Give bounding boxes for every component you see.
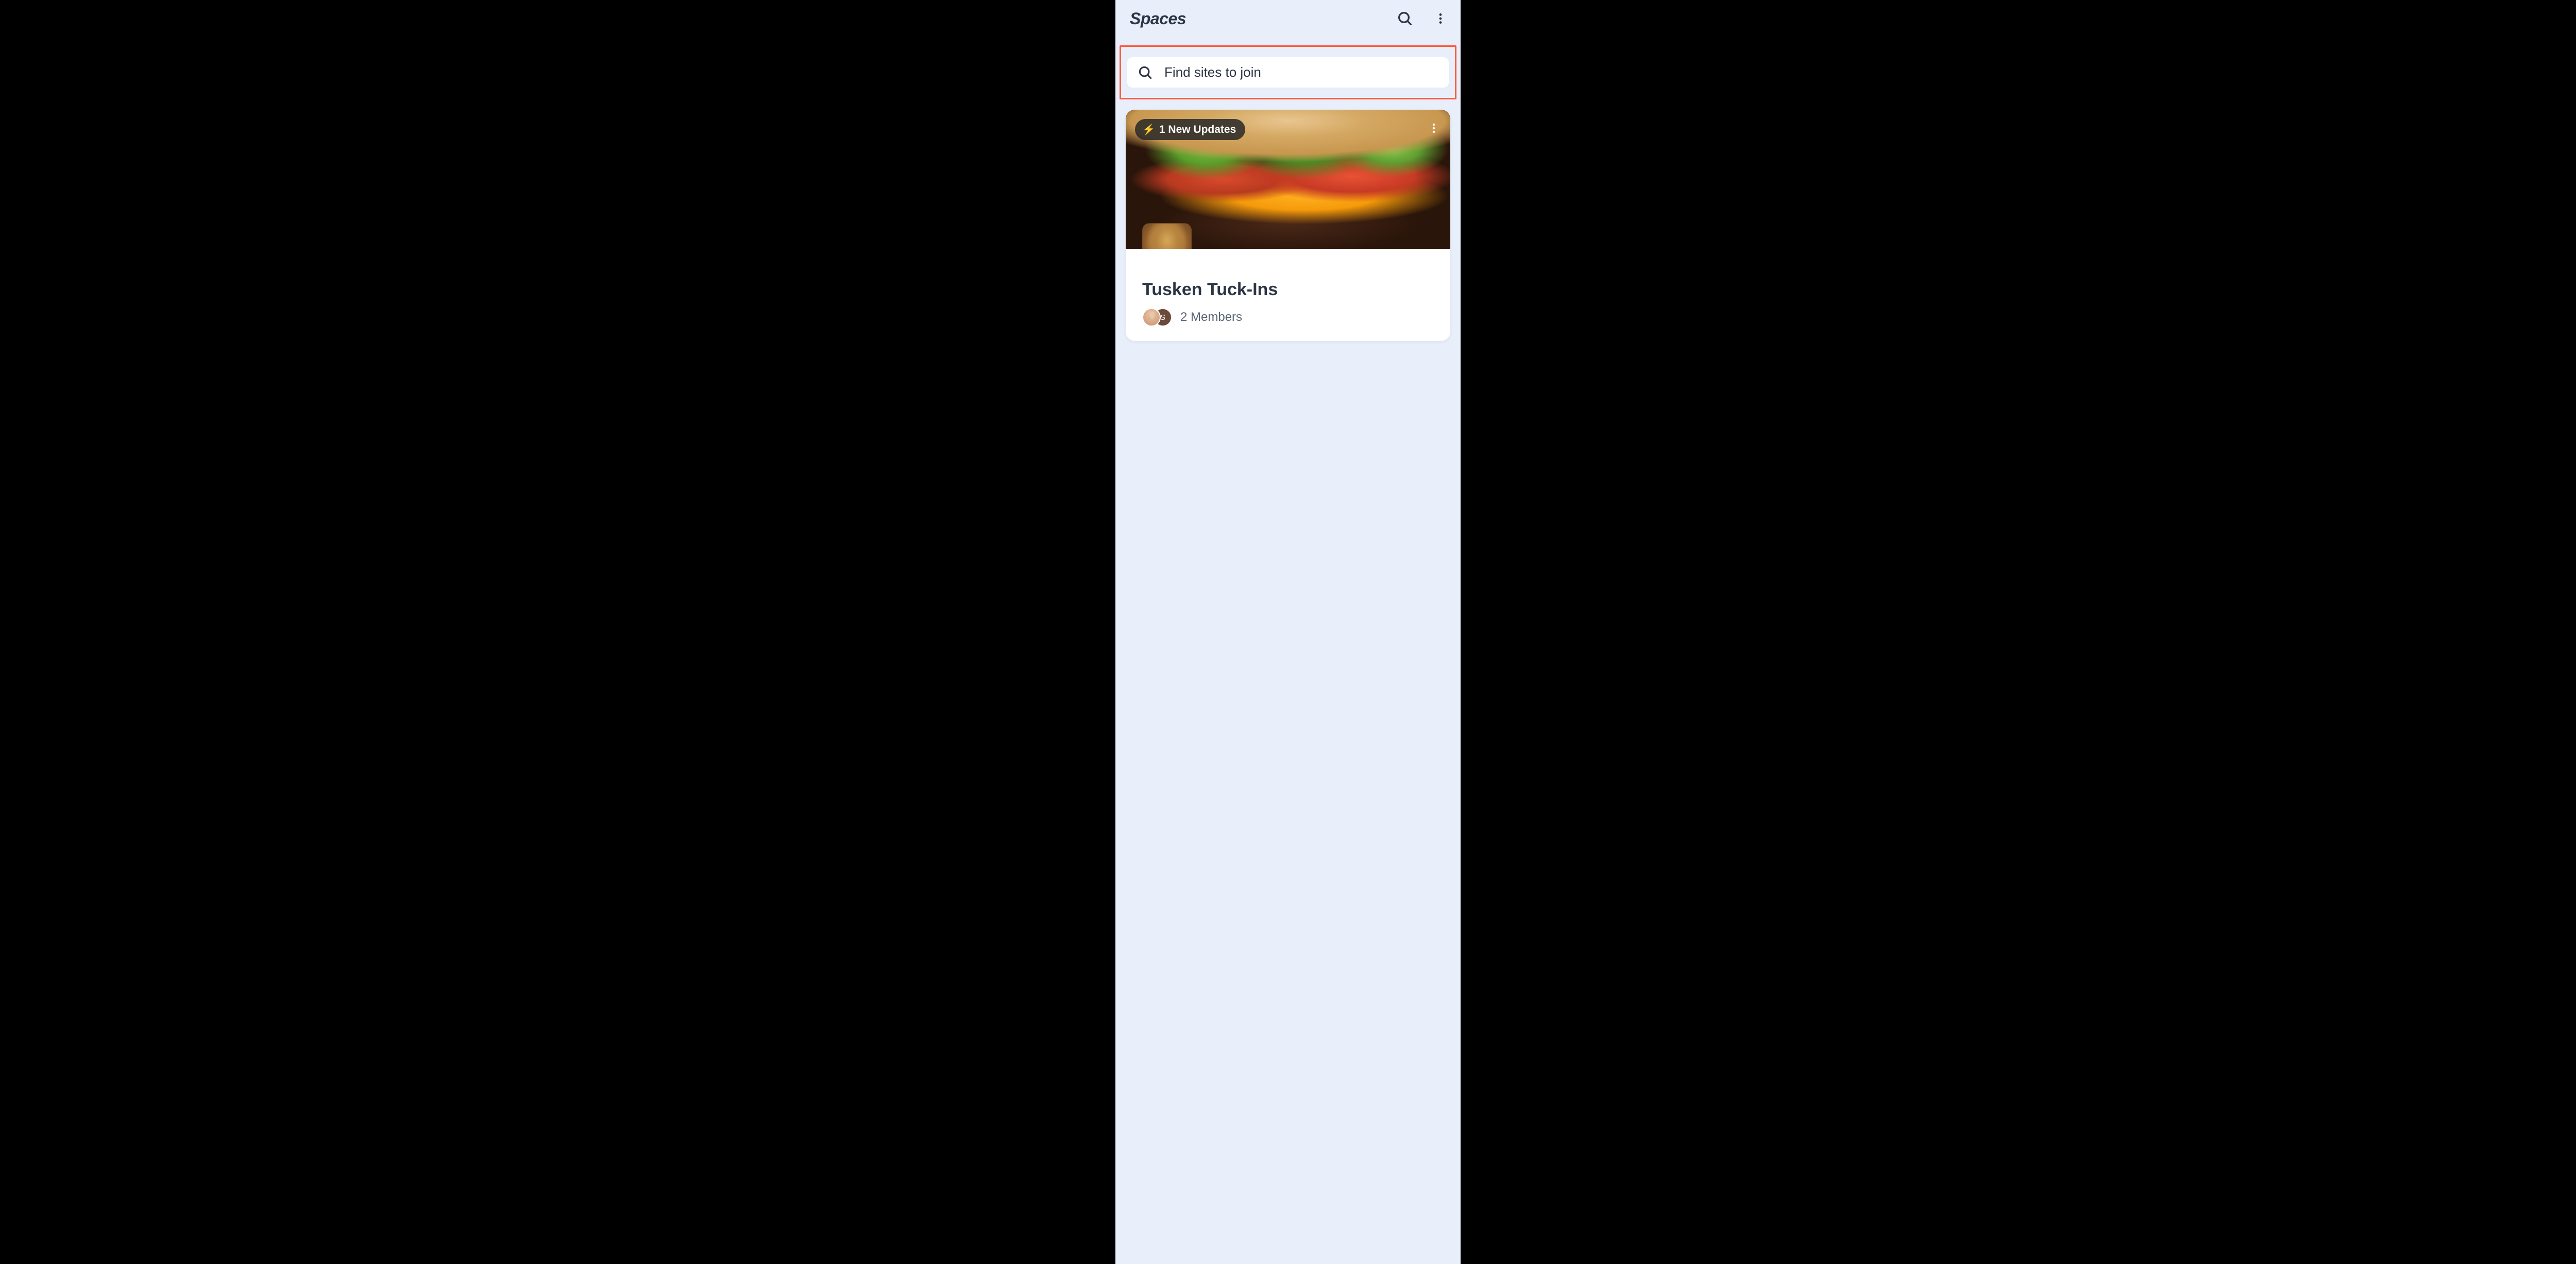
card-body: Tusken Tuck-Ins S 2 Members — [1126, 249, 1450, 341]
member-count: 2 Members — [1180, 310, 1242, 324]
card-hero-image: ⚡ 1 New Updates — [1126, 110, 1450, 249]
space-title: Tusken Tuck-Ins — [1142, 280, 1434, 300]
card-more-button[interactable] — [1425, 119, 1443, 138]
space-card[interactable]: ⚡ 1 New Updates Tusken Tuck-Ins S — [1126, 110, 1450, 341]
header: Spaces — [1115, 0, 1461, 36]
header-actions — [1394, 7, 1450, 30]
more-vertical-icon — [1434, 12, 1447, 25]
search-icon — [1397, 10, 1413, 27]
more-vertical-icon — [1428, 122, 1440, 134]
page-title: Spaces — [1130, 9, 1186, 28]
member-avatar-1 — [1142, 308, 1161, 327]
updates-badge[interactable]: ⚡ 1 New Updates — [1135, 119, 1245, 140]
member-row: S 2 Members — [1142, 308, 1434, 327]
header-more-button[interactable] — [1431, 9, 1450, 28]
search-highlight-box — [1120, 45, 1456, 99]
space-avatar — [1142, 223, 1192, 249]
app-container: Spaces — [1115, 0, 1461, 1264]
updates-count-text: 1 New Updates — [1159, 124, 1236, 136]
bolt-icon: ⚡ — [1142, 123, 1155, 136]
avatar-stack: S — [1142, 308, 1172, 327]
header-search-button[interactable] — [1394, 7, 1416, 30]
search-input[interactable] — [1164, 64, 1438, 80]
search-icon — [1138, 65, 1153, 80]
search-bar[interactable] — [1127, 57, 1449, 88]
